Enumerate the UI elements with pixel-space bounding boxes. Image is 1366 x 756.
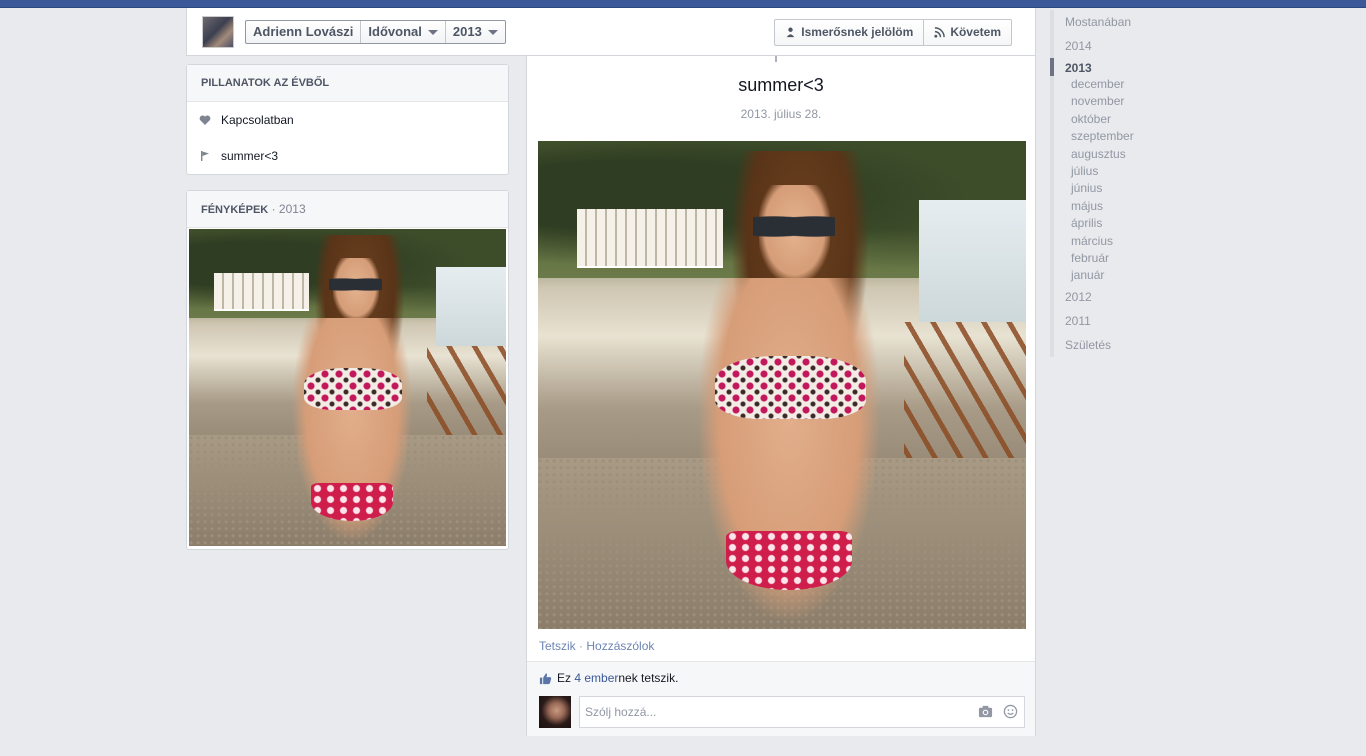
- thumbs-up-icon: [539, 672, 552, 684]
- timeline-nav-month[interactable]: szeptember: [1050, 128, 1200, 146]
- timeline-connector: [775, 56, 777, 62]
- year-dropdown[interactable]: 2013: [446, 21, 505, 43]
- timeline-nav-month[interactable]: március: [1050, 232, 1200, 250]
- post-photo[interactable]: [538, 141, 1026, 629]
- moment-item-summer[interactable]: summer<3: [187, 138, 508, 174]
- follow-button[interactable]: Követem: [924, 20, 1011, 45]
- timeline-nav-month[interactable]: július: [1050, 162, 1200, 181]
- chevron-down-icon: [427, 29, 438, 35]
- moments-title: PILLANATOK AZ ÉVBŐL: [187, 65, 508, 102]
- emoji-icon[interactable]: [1003, 704, 1018, 719]
- like-link[interactable]: Tetszik: [539, 639, 576, 653]
- rss-icon: [934, 27, 946, 38]
- timeline-nav-month[interactable]: október: [1050, 110, 1200, 129]
- post-title: summer<3: [738, 75, 824, 95]
- chevron-down-icon: [487, 29, 498, 35]
- timeline-nav-month[interactable]: augusztus: [1050, 145, 1200, 163]
- breadcrumb: Adrienn Lovászi Idővonal 2013: [245, 20, 506, 44]
- timeline-nav: Mostanában 2014 2013 december november o…: [1050, 10, 1200, 357]
- profile-avatar[interactable]: [202, 16, 234, 48]
- post-date[interactable]: 2013. július 28.: [527, 107, 1035, 121]
- section-dropdown[interactable]: Idővonal: [361, 21, 446, 43]
- likers-link[interactable]: 4 ember: [574, 671, 618, 685]
- heart-icon: [199, 115, 211, 125]
- photos-card: FÉNYKÉPEK · 2013: [186, 190, 509, 550]
- timeline-nav-2013[interactable]: 2013: [1050, 58, 1200, 76]
- timeline-nav-birth[interactable]: Születés: [1050, 332, 1200, 357]
- profile-name-link[interactable]: Adrienn Lovászi: [246, 21, 362, 43]
- likes-summary: Ez 4 embernek tetszik.: [539, 671, 678, 685]
- timeline-nav-month[interactable]: január: [1050, 267, 1200, 285]
- timeline-nav-2011[interactable]: 2011: [1050, 308, 1200, 333]
- photo-image: [189, 229, 506, 546]
- timeline-nav-month[interactable]: december: [1050, 76, 1200, 94]
- photo-thumbnail[interactable]: [189, 229, 506, 546]
- photos-title: FÉNYKÉPEK · 2013: [187, 191, 508, 228]
- header-actions: Ismerősnek jelölöm Követem: [774, 19, 1012, 46]
- feedback-area: Ez 4 embernek tetszik. Szólj hozzá...: [527, 661, 1035, 736]
- top-bar: [0, 0, 1366, 8]
- post-actions: Tetszik · Hozzászólok: [539, 639, 655, 653]
- moment-item-relationship[interactable]: Kapcsolatban: [187, 102, 508, 138]
- comment-link[interactable]: Hozzászólok: [586, 639, 654, 653]
- flag-icon: [201, 151, 209, 161]
- photo-post: summer<3 2013. július 28. Tetszik · Hozz…: [526, 56, 1036, 736]
- photo-image: [538, 141, 1026, 629]
- comment-input[interactable]: Szólj hozzá...: [579, 696, 1025, 728]
- add-friend-icon: [787, 27, 795, 38]
- timeline-nav-month[interactable]: június: [1050, 180, 1200, 198]
- timeline-nav-month[interactable]: május: [1050, 197, 1200, 216]
- timeline-nav-2012[interactable]: 2012: [1050, 284, 1200, 309]
- timeline-nav-month[interactable]: április: [1050, 215, 1200, 233]
- timeline-nav-month[interactable]: november: [1050, 93, 1200, 111]
- moments-card: PILLANATOK AZ ÉVBŐL Kapcsolatban summer<…: [186, 64, 509, 175]
- timeline-nav-2014[interactable]: 2014: [1050, 34, 1200, 58]
- camera-icon[interactable]: [978, 704, 993, 719]
- timeline-nav-month[interactable]: február: [1050, 249, 1200, 268]
- commenter-avatar: [539, 696, 571, 728]
- timeline-header: Adrienn Lovászi Idővonal 2013 Ismerősnek…: [186, 8, 1036, 56]
- add-friend-button[interactable]: Ismerősnek jelölöm: [775, 20, 925, 45]
- timeline-nav-recent[interactable]: Mostanában: [1050, 10, 1200, 34]
